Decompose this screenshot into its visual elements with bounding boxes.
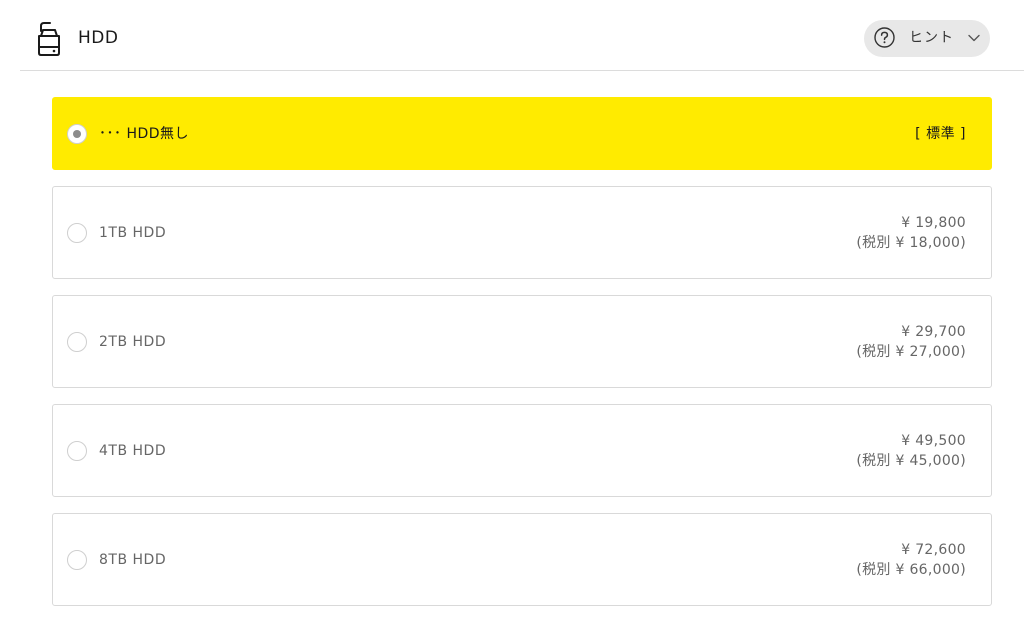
standard-badge: [ 標準 ] bbox=[915, 126, 966, 142]
hint-button[interactable]: ヒント bbox=[864, 20, 990, 57]
radio-button[interactable] bbox=[67, 223, 87, 243]
option-2tb-hdd[interactable]: 2TB HDD ¥ 29,700 (税別 ¥ 27,000) bbox=[52, 295, 992, 388]
option-8tb-hdd[interactable]: 8TB HDD ¥ 72,600 (税別 ¥ 66,000) bbox=[52, 513, 992, 606]
price-ex-tax: (税別 ¥ 27,000) bbox=[856, 344, 966, 360]
price-ex-tax: (税別 ¥ 18,000) bbox=[856, 235, 966, 251]
price-ex-tax: (税別 ¥ 66,000) bbox=[856, 562, 966, 578]
price: ¥ 19,800 bbox=[901, 215, 966, 231]
option-no-hdd[interactable]: ･･･ HDD無し [ 標準 ] bbox=[52, 97, 992, 170]
option-label: 4TB HDD bbox=[99, 443, 167, 459]
price-ex-tax: (税別 ¥ 45,000) bbox=[856, 453, 966, 469]
price: ¥ 29,700 bbox=[901, 324, 966, 340]
option-label: 2TB HDD bbox=[99, 334, 167, 350]
price-block: ¥ 19,800 (税別 ¥ 18,000) bbox=[856, 213, 966, 253]
hdd-icon bbox=[38, 22, 60, 56]
option-4tb-hdd[interactable]: 4TB HDD ¥ 49,500 (税別 ¥ 45,000) bbox=[52, 404, 992, 497]
price-block: ¥ 72,600 (税別 ¥ 66,000) bbox=[856, 540, 966, 580]
radio-button[interactable] bbox=[67, 550, 87, 570]
radio-button[interactable] bbox=[67, 441, 87, 461]
hint-label: ヒント bbox=[909, 30, 954, 46]
option-1tb-hdd[interactable]: 1TB HDD ¥ 19,800 (税別 ¥ 18,000) bbox=[52, 186, 992, 279]
option-label: 8TB HDD bbox=[99, 552, 167, 568]
option-label: ･･･ HDD無し bbox=[99, 126, 190, 142]
section-header: HDD ヒント bbox=[20, 0, 1024, 71]
radio-button[interactable] bbox=[67, 124, 87, 144]
chevron-down-icon bbox=[968, 34, 980, 42]
price: ¥ 49,500 bbox=[901, 433, 966, 449]
section-title: HDD bbox=[78, 28, 119, 48]
radio-button[interactable] bbox=[67, 332, 87, 352]
radio-dot bbox=[73, 130, 81, 138]
price-block: ¥ 29,700 (税別 ¥ 27,000) bbox=[856, 322, 966, 362]
price: ¥ 72,600 bbox=[901, 542, 966, 558]
option-label: 1TB HDD bbox=[99, 225, 167, 241]
price-block: ¥ 49,500 (税別 ¥ 45,000) bbox=[856, 431, 966, 471]
question-circle-icon bbox=[874, 27, 895, 48]
